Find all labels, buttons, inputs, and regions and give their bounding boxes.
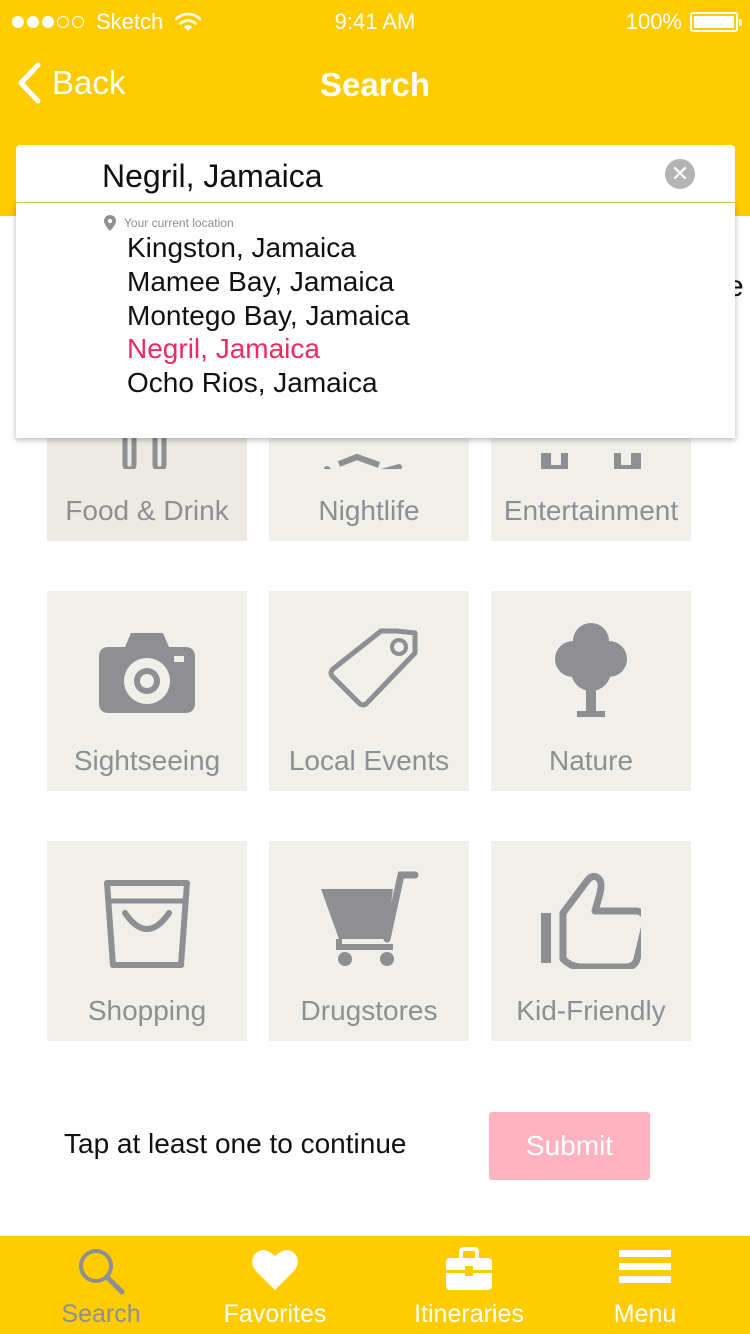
tab-search[interactable]: Search [38,1236,164,1334]
suggestion-list: Kingston, Jamaica Mamee Bay, Jamaica Mon… [127,231,410,400]
close-icon: ✕ [670,161,690,186]
search-icon [79,1249,125,1295]
category-label: Nature [548,745,634,776]
category-label: Local Events [288,745,450,776]
suggestion-item-selected[interactable]: Negril, Jamaica [127,332,410,366]
current-location-row[interactable]: Your current location [104,215,234,231]
category-label: Shopping [87,995,207,1026]
category-tile-nature[interactable]: Nature [491,591,691,791]
tab-label: Itineraries [414,1300,524,1328]
submit-button[interactable]: Submit [489,1112,650,1180]
category-tile-shopping[interactable]: Shopping [47,841,247,1041]
category-label: Drugstores [300,995,438,1026]
heart-icon [252,1249,298,1290]
camera-icon [99,633,195,713]
current-location-label: Your current location [124,216,234,230]
cart-icon [321,871,419,966]
shopping-bag-icon [104,880,190,968]
location-pin-icon [104,215,116,231]
search-input-value: Negril, Jamaica [102,158,323,194]
category-tile-local-events[interactable]: Local Events [269,591,469,791]
suggestion-item[interactable]: Kingston, Jamaica [127,231,410,265]
briefcase-icon [446,1247,492,1290]
menu-icon [619,1250,671,1283]
tree-icon [555,623,627,717]
category-label: Nightlife [318,495,420,526]
location-suggestions-dropdown: Your current location Kingston, Jamaica … [16,203,735,438]
category-label: Sightseeing [73,745,221,776]
suggestion-item[interactable]: Ocho Rios, Jamaica [127,366,410,400]
category-label: Food & Drink [65,495,229,526]
page-title: Search [319,66,431,103]
thumbs-up-icon [541,872,641,969]
tab-favorites[interactable]: Favorites [205,1236,345,1334]
battery-icon [690,12,742,32]
tab-label: Favorites [223,1300,327,1328]
status-right: 100% [625,9,742,35]
category-tile-drugstores[interactable]: Drugstores [269,841,469,1041]
continue-hint: Tap at least one to continue [64,1128,407,1159]
tab-itineraries[interactable]: Itineraries [398,1236,540,1334]
category-label: Entertainment [503,495,679,526]
tab-menu[interactable]: Menu [585,1236,705,1334]
category-label: Kid-Friendly [516,995,666,1026]
tag-icon [328,628,418,708]
search-input[interactable]: Negril, Jamaica ✕ [16,145,735,203]
clear-search-button[interactable]: ✕ [665,159,695,189]
tab-label: Search [61,1300,141,1328]
battery-percent: 100% [625,9,682,34]
category-tile-kid-friendly[interactable]: Kid-Friendly [491,841,691,1041]
tab-bar: Search Favorites Itineraries Menu [0,1236,750,1334]
suggestion-item[interactable]: Mamee Bay, Jamaica [127,265,410,299]
suggestion-item[interactable]: Montego Bay, Jamaica [127,299,410,333]
status-bar: Sketch 9:41 AM 100% [0,0,750,44]
tab-label: Menu [613,1300,677,1328]
category-tile-sightseeing[interactable]: Sightseeing [47,591,247,791]
